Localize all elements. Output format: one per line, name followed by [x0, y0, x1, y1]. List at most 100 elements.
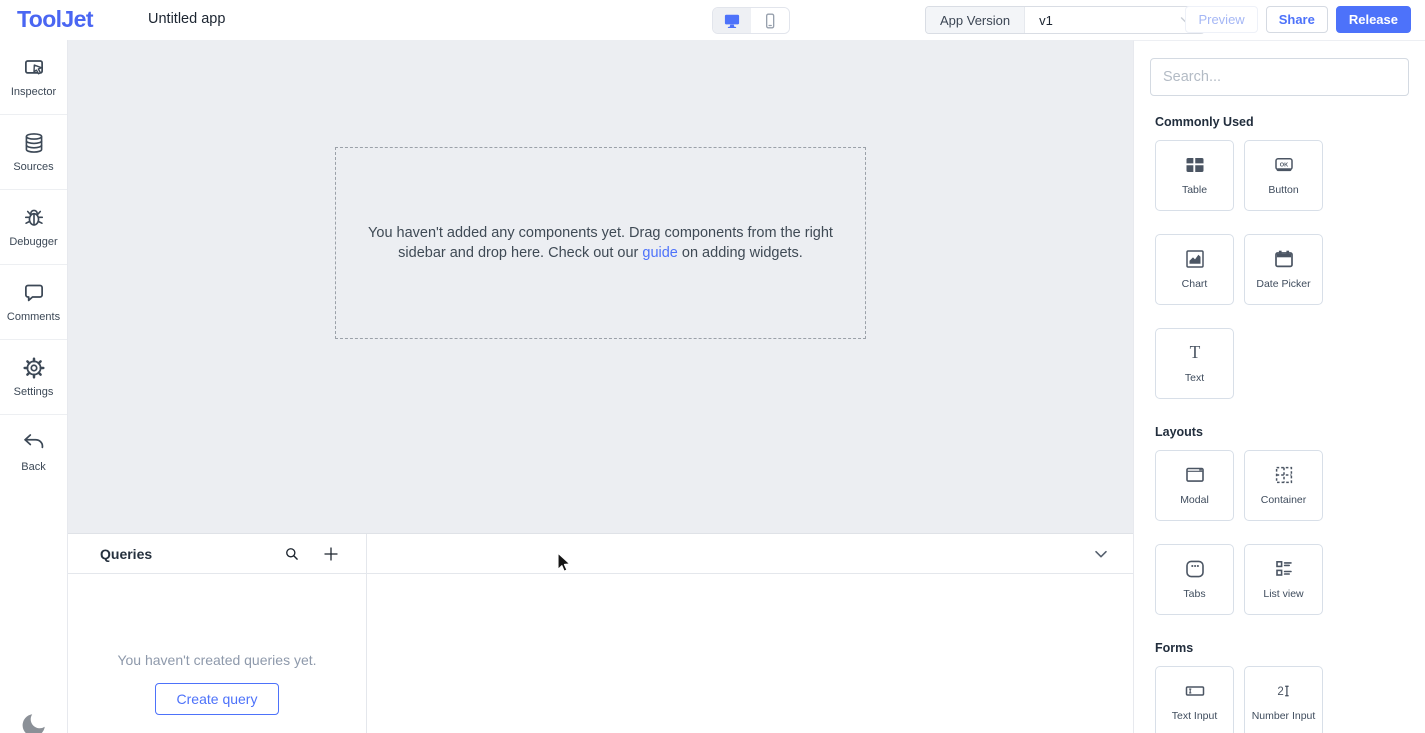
- sidebar-item-comments[interactable]: Comments: [0, 265, 67, 340]
- create-query-button[interactable]: Create query: [155, 683, 280, 715]
- widget-card-table[interactable]: Table: [1155, 140, 1234, 211]
- chevron-down-icon: [1091, 544, 1111, 564]
- app-canvas: You haven't added any components yet. Dr…: [68, 40, 1133, 533]
- sidebar-item-label: Back: [21, 461, 45, 473]
- query-editor-header: [367, 534, 1133, 574]
- widget-card-grid: Text InputNumber InputPassword InputDate…: [1155, 666, 1409, 733]
- debugger-icon: [21, 205, 47, 231]
- widget-card-grid: Table Button Chart Date Picker Text: [1155, 140, 1409, 399]
- chart-icon: [1183, 247, 1207, 271]
- left-sidebar: Inspector Sources Debugger Comments Settings…: [0, 40, 68, 733]
- desktop-icon: [722, 11, 742, 31]
- widget-card-button[interactable]: Button: [1244, 140, 1323, 211]
- queries-title: Queries: [100, 546, 152, 562]
- widget-card-text[interactable]: Text: [1155, 328, 1234, 399]
- widget-card-tabs[interactable]: Tabs: [1155, 544, 1234, 615]
- app-version-label: App Version: [926, 7, 1025, 33]
- back-icon: [21, 430, 47, 456]
- widget-card-label: Text Input: [1169, 710, 1221, 723]
- sidebar-item-label: Settings: [14, 386, 54, 398]
- listview-icon: [1272, 557, 1296, 581]
- sidebar-item-debugger[interactable]: Debugger: [0, 190, 67, 265]
- widget-sidebar: Commonly Used Table Button Chart Date Picker…: [1133, 40, 1425, 733]
- button-icon: [1272, 153, 1296, 177]
- tooljet-logo[interactable]: ToolJet: [17, 6, 93, 33]
- modal-icon: [1183, 463, 1207, 487]
- datepicker-icon: [1272, 247, 1296, 271]
- widget-card-label: Table: [1179, 184, 1210, 197]
- widget-card-label: Date Picker: [1253, 278, 1313, 291]
- queries-list-pane: Queries You haven't created queries yet.…: [68, 534, 367, 733]
- device-layout-toggle: [712, 7, 790, 34]
- comments-icon: [21, 280, 47, 306]
- canvas-empty-message: You haven't added any components yet. Dr…: [348, 223, 853, 263]
- widget-card-number-input[interactable]: Number Input: [1244, 666, 1323, 733]
- widget-section-title: Forms: [1155, 641, 1409, 655]
- app-version-group: App Version v1: [925, 6, 1205, 34]
- app-version-select[interactable]: v1: [1025, 7, 1204, 33]
- numberinput-icon: [1272, 679, 1296, 703]
- queries-header-actions: [283, 545, 366, 563]
- text-icon: [1183, 341, 1207, 365]
- sidebar-item-label: Debugger: [9, 236, 57, 248]
- sidebar-item-settings[interactable]: Settings: [0, 340, 67, 415]
- widget-card-label: Chart: [1179, 278, 1211, 291]
- guide-link[interactable]: guide: [642, 245, 677, 261]
- widget-card-grid: Modal Container Tabs List view: [1155, 450, 1409, 615]
- app-version-value: v1: [1039, 13, 1053, 28]
- desktop-layout-button[interactable]: [713, 8, 751, 33]
- query-editor-pane: [367, 534, 1133, 733]
- plus-icon: [322, 545, 340, 563]
- collapse-panel-button[interactable]: [1091, 544, 1111, 564]
- dark-mode-toggle[interactable]: [19, 710, 49, 733]
- widget-card-text-input[interactable]: Text Input: [1155, 666, 1234, 733]
- settings-icon: [21, 355, 47, 381]
- sidebar-item-back[interactable]: Back: [0, 415, 67, 489]
- widget-card-label: Button: [1265, 184, 1301, 197]
- add-query-button[interactable]: [322, 545, 340, 563]
- widget-card-label: Tabs: [1180, 588, 1208, 601]
- widget-card-label: Number Input: [1249, 710, 1319, 723]
- sidebar-item-label: Comments: [7, 311, 60, 323]
- widget-section-commonly-used: Commonly Used Table Button Chart Date Picker…: [1150, 115, 1409, 399]
- sources-icon: [21, 130, 47, 156]
- queries-empty-text: You haven't created queries yet.: [117, 652, 316, 668]
- widget-section-layouts: Layouts Modal Container Tabs List view: [1150, 425, 1409, 615]
- widget-section-title: Commonly Used: [1155, 115, 1409, 129]
- widget-card-modal[interactable]: Modal: [1155, 450, 1234, 521]
- widget-card-label: List view: [1260, 588, 1306, 601]
- canvas-empty-text-after: on adding widgets.: [678, 245, 803, 261]
- widget-search-input[interactable]: [1150, 58, 1409, 96]
- sidebar-item-sources[interactable]: Sources: [0, 115, 67, 190]
- widget-card-date-picker[interactable]: Date Picker: [1244, 234, 1323, 305]
- widget-section-title: Layouts: [1155, 425, 1409, 439]
- queries-panel: Queries You haven't created queries yet.…: [68, 533, 1133, 733]
- queries-empty-state: You haven't created queries yet. Create …: [68, 574, 366, 733]
- mobile-layout-button[interactable]: [751, 8, 789, 33]
- tabs-icon: [1183, 557, 1207, 581]
- preview-button[interactable]: Preview: [1185, 6, 1257, 33]
- widget-card-label: Container: [1258, 494, 1310, 507]
- search-icon: [283, 545, 301, 563]
- share-button[interactable]: Share: [1266, 6, 1328, 33]
- textinput-icon: [1183, 679, 1207, 703]
- query-search-button[interactable]: [283, 545, 301, 563]
- app-title[interactable]: Untitled app: [148, 11, 225, 27]
- widget-card-container[interactable]: Container: [1244, 450, 1323, 521]
- sidebar-item-label: Inspector: [11, 86, 56, 98]
- queries-header: Queries: [68, 534, 366, 574]
- sidebar-item-label: Sources: [13, 161, 53, 173]
- widget-section-forms: FormsText InputNumber InputPassword Inpu…: [1150, 641, 1409, 733]
- app-header: ToolJet Untitled app App Version v1 Prev…: [0, 0, 1425, 40]
- widget-card-label: Modal: [1177, 494, 1212, 507]
- release-button[interactable]: Release: [1336, 6, 1411, 33]
- sidebar-item-inspector[interactable]: Inspector: [0, 40, 67, 115]
- widget-card-chart[interactable]: Chart: [1155, 234, 1234, 305]
- table-icon: [1183, 153, 1207, 177]
- header-actions: Preview Share Release: [1185, 6, 1411, 33]
- moon-icon: [19, 710, 49, 733]
- mobile-icon: [760, 11, 780, 31]
- widget-card-list-view[interactable]: List view: [1244, 544, 1323, 615]
- inspector-icon: [21, 55, 47, 81]
- container-icon: [1272, 463, 1296, 487]
